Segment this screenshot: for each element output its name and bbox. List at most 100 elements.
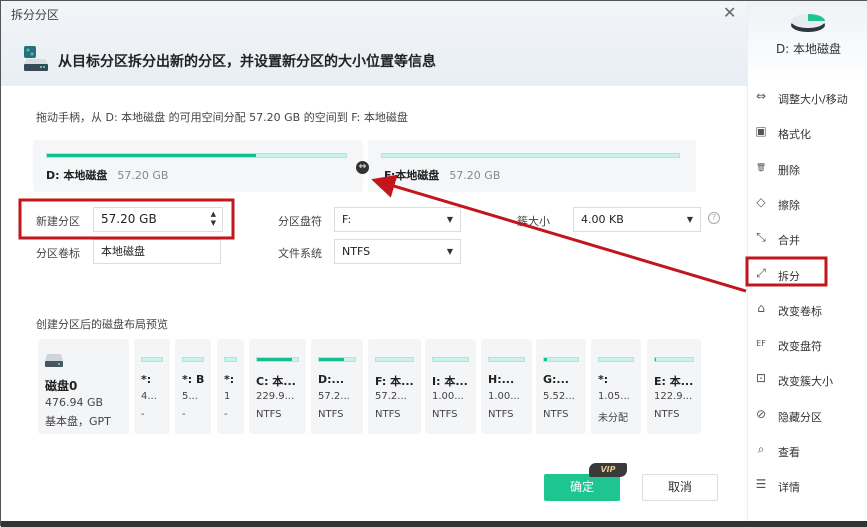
partition-card[interactable]: *: 1.05... 未分配 bbox=[591, 339, 641, 434]
sidebar-item-label: 调整大小/移动 bbox=[778, 93, 848, 106]
sidebar-item-label: 改变卷标 bbox=[778, 304, 822, 318]
sidebar-item-merge[interactable]: ⤡ 合并 bbox=[748, 226, 867, 252]
card-name: D:... bbox=[318, 373, 345, 386]
card-size: 1.05... bbox=[598, 391, 630, 402]
eraser-icon: ◇ bbox=[756, 194, 766, 209]
usage-bar bbox=[488, 357, 525, 362]
card-filesystem: 未分配 bbox=[598, 413, 628, 424]
sidebar-item-split[interactable]: ⤢ 拆分 bbox=[748, 262, 867, 288]
usage-bar bbox=[543, 357, 579, 362]
sidebar-item-hide[interactable]: ⊘ 隐藏分区 bbox=[748, 403, 867, 429]
sidebar-item-view[interactable]: ⌕ 查看 bbox=[748, 438, 867, 464]
partition-size: 57.20 GB bbox=[117, 169, 169, 182]
card-size: 57.2... bbox=[375, 391, 407, 402]
cluster-size-label: 簇大小 bbox=[517, 215, 550, 228]
card-name: *: bbox=[224, 373, 235, 386]
drive-letter-label: 分区盘符 bbox=[278, 215, 322, 228]
dialog-header bbox=[1, 1, 747, 86]
drive-letter-icon: EF bbox=[756, 339, 766, 349]
card-size: 4... bbox=[141, 391, 157, 402]
sidebar-item-cluster[interactable]: ⊡ 改变簇大小 bbox=[748, 367, 867, 393]
sidebar-item-label: 详情 bbox=[778, 481, 800, 495]
sidebar-item-label: 拆分 bbox=[778, 269, 800, 283]
tag-icon: ⌂ bbox=[757, 300, 765, 315]
partition-card[interactable]: *: B 5... - bbox=[175, 339, 211, 434]
sidebar-item-eraser[interactable]: ◇ 擦除 bbox=[748, 191, 867, 217]
cancel-button[interactable]: 取消 bbox=[642, 474, 718, 501]
drive-letter-select[interactable]: F: bbox=[334, 207, 461, 232]
usage-bar bbox=[375, 357, 414, 362]
usage-bar bbox=[654, 357, 694, 362]
partition-card[interactable]: G:... 5.52... NTFS bbox=[536, 339, 586, 434]
card-filesystem: - bbox=[141, 409, 145, 420]
disk-type: 基本盘，GPT bbox=[45, 415, 111, 428]
card-name: I: 本... bbox=[432, 375, 468, 388]
new-partition-label: 新建分区 bbox=[36, 215, 80, 228]
split-icon: ⤢ bbox=[756, 265, 766, 280]
disk-card[interactable]: 磁盘0 476.94 GB 基本盘，GPT bbox=[38, 339, 129, 434]
trash-icon: 🗑 bbox=[755, 162, 767, 172]
card-name: F: 本... bbox=[375, 375, 414, 388]
partition-card[interactable]: D:... 57.2... NTFS bbox=[311, 339, 363, 434]
hard-disk-icon bbox=[45, 354, 63, 367]
card-filesystem: NTFS bbox=[256, 409, 282, 420]
disk-name: 磁盘0 bbox=[45, 379, 78, 393]
sidebar-item-label: 改变簇大小 bbox=[778, 375, 833, 389]
hide-icon: ⊘ bbox=[755, 406, 767, 421]
help-icon[interactable]: ? bbox=[708, 212, 720, 224]
sidebar-item-drive-letter[interactable]: EF 改变盘符 bbox=[748, 332, 867, 358]
new-partition: F:本地磁盘 57.20 GB bbox=[368, 140, 696, 192]
card-name: E: 本... bbox=[654, 375, 694, 388]
new-partition-size-input[interactable]: 57.20 GB ▲ ▼ bbox=[93, 207, 223, 232]
partition-card[interactable]: C: 本... 229.9... NTFS bbox=[249, 339, 306, 434]
partition-card[interactable]: *: 4... - bbox=[134, 339, 170, 434]
usage-fill bbox=[47, 154, 257, 157]
card-name: *: B bbox=[182, 373, 205, 386]
details-icon: ☰ bbox=[755, 477, 767, 492]
sidebar-item-label: 改变盘符 bbox=[778, 340, 822, 354]
usage-fill bbox=[319, 358, 345, 361]
card-size: 1 bbox=[224, 391, 231, 402]
usage-bar bbox=[432, 357, 469, 362]
sidebar-item-details[interactable]: ☰ 详情 bbox=[748, 473, 867, 499]
ok-button[interactable]: 确定 bbox=[544, 474, 620, 501]
sidebar-item-resize[interactable]: ⇔ 调整大小/移动 bbox=[748, 85, 867, 111]
resize-handle-icon[interactable]: ⇔ bbox=[356, 161, 369, 174]
sidebar-item-label: 删除 bbox=[778, 163, 800, 177]
card-filesystem: NTFS bbox=[318, 409, 344, 420]
partition-card[interactable]: H:... 1.00... NTFS bbox=[481, 339, 532, 434]
card-size: 229.9... bbox=[256, 391, 295, 402]
card-filesystem: NTFS bbox=[488, 409, 514, 420]
card-size: 1.00... bbox=[488, 391, 520, 402]
partition-card[interactable]: I: 本... 1.00... NTFS bbox=[425, 339, 476, 434]
hint-text: 拖动手柄，从 D: 本地磁盘 的可用空间分配 57.20 GB 的空间到 F: … bbox=[36, 111, 408, 124]
header-description: 从目标分区拆分出新的分区，并设置新分区的大小位置等信息 bbox=[58, 54, 436, 70]
sidebar-item-tag[interactable]: ⌂ 改变卷标 bbox=[748, 297, 867, 323]
preview-title: 创建分区后的磁盘布局预览 bbox=[36, 318, 168, 331]
sidebar-item-trash[interactable]: 🗑 删除 bbox=[748, 156, 867, 182]
stepper-arrows-icon[interactable]: ▲ ▼ bbox=[211, 210, 216, 228]
card-filesystem: NTFS bbox=[375, 409, 401, 420]
sidebar-item-format[interactable]: ▣ 格式化 bbox=[748, 120, 867, 146]
partition-card[interactable]: E: 本... 122.9... NTFS bbox=[647, 339, 701, 434]
volume-label-input[interactable]: 本地磁盘 bbox=[93, 239, 221, 264]
close-icon[interactable]: ✕ bbox=[723, 3, 736, 22]
usage-fill bbox=[655, 358, 656, 361]
usage-bar bbox=[598, 357, 634, 362]
filesystem-label: 文件系统 bbox=[278, 247, 322, 260]
card-name: G:... bbox=[543, 373, 569, 386]
card-filesystem: - bbox=[224, 409, 228, 420]
partition-card[interactable]: *: 1 - bbox=[217, 339, 244, 434]
partition-card[interactable]: F: 本... 57.2... NTFS bbox=[368, 339, 421, 434]
format-icon: ▣ bbox=[755, 124, 767, 139]
card-size: 122.9... bbox=[654, 391, 693, 402]
sidebar-item-label: 格式化 bbox=[778, 128, 811, 142]
partition-name: D: 本地磁盘 bbox=[46, 169, 108, 182]
cluster-size-select[interactable]: 4.00 KB bbox=[573, 207, 701, 232]
usage-bar bbox=[182, 357, 204, 362]
card-size: 5... bbox=[182, 391, 198, 402]
card-size: 1.00... bbox=[432, 391, 464, 402]
disk-pie-icon bbox=[791, 14, 825, 32]
card-name: *: bbox=[141, 373, 152, 386]
filesystem-select[interactable]: NTFS bbox=[334, 239, 461, 264]
